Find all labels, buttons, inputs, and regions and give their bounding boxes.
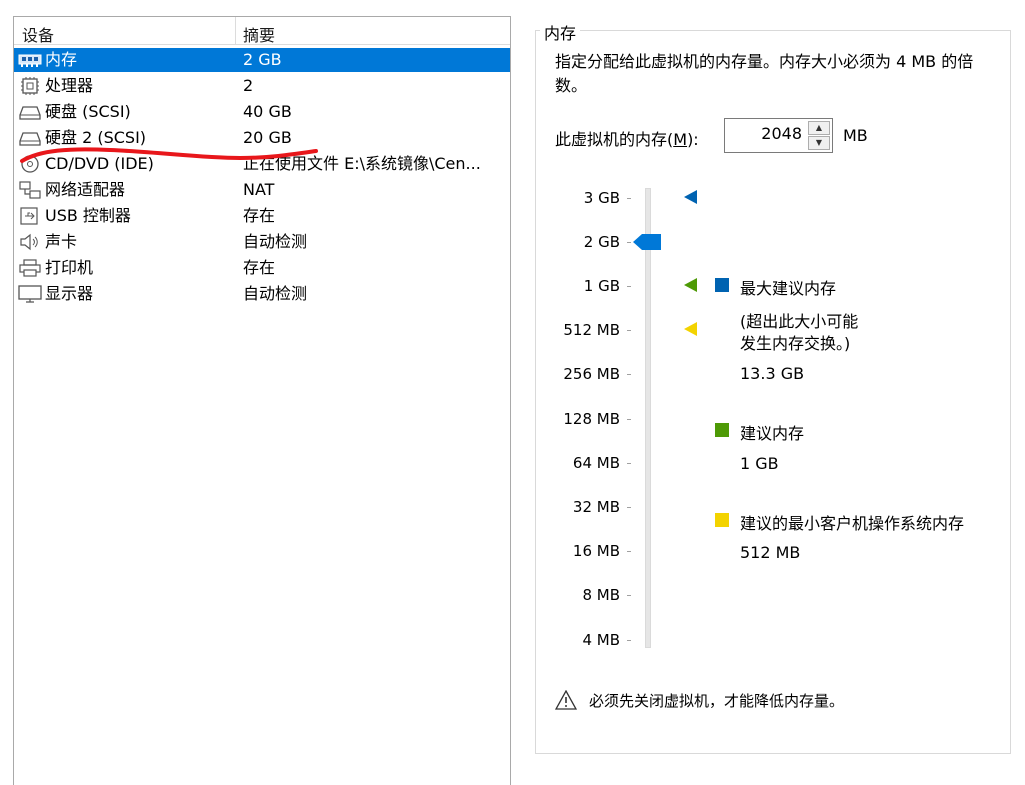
device-name: 硬盘 (SCSI) [45,102,131,121]
max-recommended-note: (超出此大小可能 [740,312,859,331]
device-row-network-adapter[interactable]: 网络适配器 NAT [14,178,510,202]
minimum-label: 建议的最小客户机操作系统内存 [740,514,965,533]
recommended-value: 1 GB [740,454,779,473]
memory-size-stepper[interactable]: 2048 ▲ ▼ [724,118,833,153]
device-name: 内存 [45,50,78,69]
max-recommended-marker-icon [684,190,697,204]
max-recommended-value: 13.3 GB [740,364,805,383]
printer-icon [19,259,41,277]
column-divider[interactable] [235,17,236,44]
device-row-usb-controller[interactable]: USB 控制器 存在 [14,204,510,228]
device-list-header: 设备 摘要 [14,17,510,45]
device-name: 硬盘 2 (SCSI) [45,128,147,147]
scale-label: 32 MB [572,498,620,516]
device-row-display[interactable]: 显示器 自动检测 [14,282,510,306]
chevron-down-icon: ▼ [815,138,823,147]
decrement-button[interactable]: ▼ [808,136,830,150]
scale-tick [627,551,631,552]
scale-tick [627,595,631,596]
device-summary: 存在 [243,258,276,277]
scale-tick [627,286,631,287]
memory-group-title: 内存 [540,20,581,44]
device-row-cd-dvd[interactable]: CD/DVD (IDE) 正在使用文件 E:\系统镜像\Cen... [14,152,510,176]
max-recommended-note: 发生内存交换。) [740,334,851,353]
max-recommended-label: 最大建议内存 [740,279,837,298]
scale-label: 512 MB [563,321,620,339]
monitor-icon [18,285,42,303]
memory-input-label-accesskey: M [673,130,688,149]
device-summary: 2 GB [243,50,282,69]
minimum-marker-icon [684,322,697,336]
increment-button[interactable]: ▲ [808,121,830,135]
scale-label: 3 GB [583,189,620,207]
device-name: 声卡 [45,232,78,251]
device-summary: NAT [243,180,275,199]
scale-label: 64 MB [572,454,620,472]
warning-icon [555,690,577,710]
device-summary: 20 GB [243,128,292,147]
memory-slider-track[interactable] [645,188,651,648]
scale-label: 4 MB [582,631,620,649]
device-summary: 2 [243,76,254,95]
scale-tick [627,507,631,508]
minimum-value: 512 MB [740,543,801,562]
memory-input-label: 此虚拟机的内存(M): [555,126,699,150]
processor-icon [21,77,39,95]
scale-label: 256 MB [563,365,620,383]
memory-input-label-prefix: 此虚拟机的内存( [555,130,674,149]
device-summary: 40 GB [243,102,292,121]
harddisk-icon [19,132,41,146]
speaker-icon [20,233,38,251]
recommended-swatch [715,423,729,437]
scale-tick [627,242,631,243]
memory-icon [18,54,42,67]
scale-tick [627,330,631,331]
memory-unit: MB [843,126,868,145]
device-row-sound-card[interactable]: 声卡 自动检测 [14,230,510,254]
device-row-printer[interactable]: 打印机 存在 [14,256,510,280]
usb-icon [20,207,38,225]
scale-tick [627,640,631,641]
device-row-harddisk-2[interactable]: 硬盘 2 (SCSI) 20 GB [14,126,510,150]
device-name: 处理器 [45,76,94,95]
device-summary: 自动检测 [243,232,308,251]
recommended-marker-icon [684,278,697,292]
column-header-summary[interactable]: 摘要 [243,22,275,46]
scale-tick [627,198,631,199]
scale-tick [627,419,631,420]
device-name: USB 控制器 [45,206,131,225]
device-row-harddisk[interactable]: 硬盘 (SCSI) 40 GB [14,100,510,124]
harddisk-icon [19,106,41,120]
scale-tick [627,374,631,375]
device-summary: 存在 [243,206,276,225]
scale-label: 1 GB [583,277,620,295]
cd-dvd-icon [21,155,39,173]
device-row-memory[interactable]: 内存 2 GB [14,48,510,72]
device-name: 打印机 [45,258,94,277]
device-name: 网络适配器 [45,180,126,199]
device-name: CD/DVD (IDE) [45,154,154,173]
scale-label: 2 GB [583,233,620,251]
memory-slider-thumb[interactable] [633,233,663,251]
memory-input-label-suffix: ): [687,130,699,149]
device-list[interactable]: 设备 摘要 内存 2 GB 处理器 2 硬盘 (SCSI) 40 GB 硬盘 2… [13,16,511,785]
scale-label: 8 MB [582,586,620,604]
device-summary: 自动检测 [243,284,308,303]
scale-label: 16 MB [572,542,620,560]
device-summary: 正在使用文件 E:\系统镜像\Cen... [243,154,481,173]
device-row-processor[interactable]: 处理器 2 [14,74,510,98]
memory-description: 指定分配给此虚拟机的内存量。内存大小必须为 4 MB 的倍数。 [555,52,974,95]
column-header-device[interactable]: 设备 [22,22,54,46]
recommended-label: 建议内存 [740,424,805,443]
scale-label: 128 MB [563,410,620,428]
chevron-up-icon: ▲ [815,123,823,132]
memory-size-input[interactable]: 2048 [761,124,802,143]
scale-tick [627,463,631,464]
max-recommended-swatch [715,278,729,292]
network-adapter-icon [19,181,41,199]
device-name: 显示器 [45,284,94,303]
warning-text: 必须先关闭虚拟机，才能降低内存量。 [589,692,845,710]
minimum-swatch [715,513,729,527]
